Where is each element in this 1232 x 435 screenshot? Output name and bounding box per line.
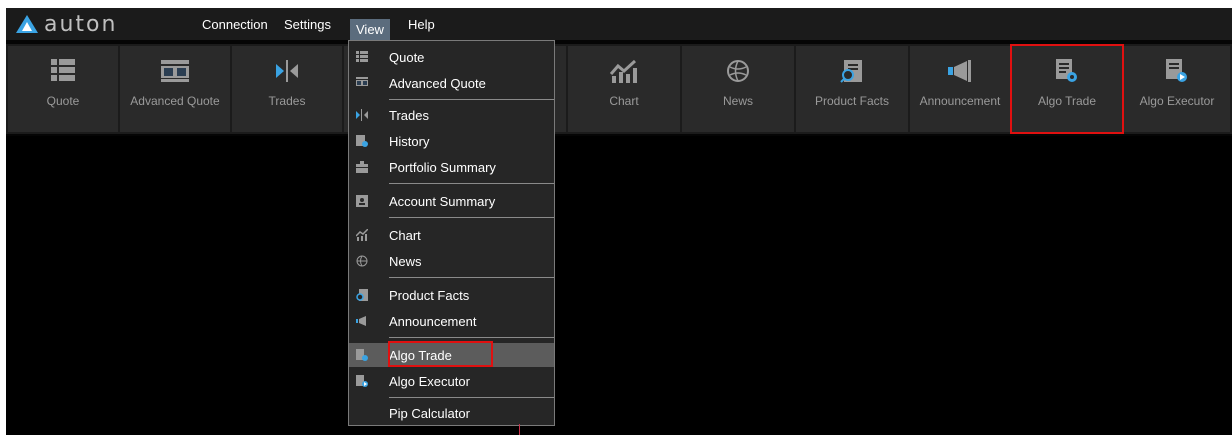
menu-separator bbox=[389, 277, 554, 278]
toolbar-advanced-quote-button[interactable]: Advanced Quote bbox=[120, 46, 230, 132]
menu-connection[interactable]: Connection bbox=[202, 17, 268, 32]
view-menu-item-advanced-quote[interactable]: Advanced Quote bbox=[349, 71, 554, 95]
toolbar-news-button[interactable]: News bbox=[682, 46, 794, 132]
trading-app-window: auton Connection Settings View Help Quot… bbox=[6, 8, 1232, 435]
view-menu-item-account-summary[interactable]: Account Summary bbox=[349, 189, 554, 213]
account-icon bbox=[349, 195, 375, 207]
menu-item-label: History bbox=[389, 133, 430, 149]
menu-item-label: News bbox=[389, 253, 422, 269]
divider-line bbox=[519, 424, 520, 435]
menu-item-label: Algo Executor bbox=[389, 373, 470, 389]
toolbar-label: Algo Trade bbox=[1037, 94, 1097, 108]
view-menu-item-quote[interactable]: Quote bbox=[349, 45, 554, 69]
algo-trade-icon bbox=[349, 349, 375, 361]
menu-bar: auton Connection Settings View Help bbox=[6, 8, 1232, 40]
menu-separator bbox=[389, 99, 554, 100]
menu-item-label: Pip Calculator bbox=[389, 405, 470, 421]
view-menu-item-trades[interactable]: Trades bbox=[349, 103, 554, 127]
toolbar-chart-button[interactable]: Chart bbox=[568, 46, 680, 132]
menu-item-label: Quote bbox=[389, 49, 425, 65]
menu-help[interactable]: Help bbox=[408, 17, 435, 32]
menu-item-label: Chart bbox=[389, 227, 421, 243]
workspace-area bbox=[6, 136, 1232, 435]
view-menu-item-product-facts[interactable]: Product Facts bbox=[349, 283, 554, 307]
toolbar-algo-executor-button[interactable]: Algo Executor bbox=[1124, 46, 1230, 132]
toolbar-trades-button[interactable]: Trades bbox=[232, 46, 342, 132]
announcement-icon bbox=[945, 56, 975, 86]
toolbar-label: Chart bbox=[609, 94, 639, 108]
view-menu-dropdown: Quote Advanced Quote Trades History Port… bbox=[348, 40, 555, 426]
view-menu-item-algo-trade[interactable]: Algo Trade bbox=[349, 341, 554, 367]
chart-icon bbox=[609, 56, 639, 86]
menu-separator bbox=[389, 217, 554, 218]
menu-settings[interactable]: Settings bbox=[284, 17, 331, 32]
auton-logo: auton bbox=[16, 10, 117, 38]
algo-executor-icon bbox=[1162, 56, 1192, 86]
logo-mark-icon bbox=[16, 15, 38, 33]
view-menu-item-portfolio-summary[interactable]: Portfolio Summary bbox=[349, 155, 554, 179]
trades-icon bbox=[272, 56, 302, 86]
menu-item-label: Announcement bbox=[389, 313, 477, 329]
portfolio-icon bbox=[349, 161, 375, 173]
menu-item-label: Portfolio Summary bbox=[389, 159, 496, 175]
history-icon bbox=[349, 135, 375, 147]
advanced-quote-icon bbox=[349, 77, 375, 89]
toolbar-algo-trade-button[interactable]: Algo Trade bbox=[1010, 44, 1124, 134]
toolbar-announcement-button[interactable]: Announcement bbox=[910, 46, 1010, 132]
algo-executor-icon bbox=[349, 375, 375, 387]
view-menu-item-news[interactable]: News bbox=[349, 249, 554, 273]
toolbar-label: Quote bbox=[46, 94, 80, 108]
menu-separator bbox=[389, 337, 554, 338]
view-menu-item-announcement[interactable]: Announcement bbox=[349, 309, 554, 333]
news-icon bbox=[349, 255, 375, 267]
toolbar-label: Announcement bbox=[919, 94, 1001, 108]
highlight-box bbox=[388, 341, 493, 367]
toolbar-label: Algo Executor bbox=[1139, 94, 1215, 108]
view-menu-item-pip-calculator[interactable]: Pip Calculator bbox=[349, 401, 554, 425]
toolbar-label: Product Facts bbox=[814, 94, 890, 108]
menu-item-label: Account Summary bbox=[389, 193, 496, 209]
quote-icon bbox=[349, 51, 375, 63]
product-facts-icon bbox=[837, 56, 867, 86]
menu-separator bbox=[389, 183, 554, 184]
announcement-icon bbox=[349, 315, 375, 327]
view-menu-item-chart[interactable]: Chart bbox=[349, 223, 554, 247]
toolbar-quote-button[interactable]: Quote bbox=[8, 46, 118, 132]
toolbar-product-facts-button[interactable]: Product Facts bbox=[796, 46, 908, 132]
quote-icon bbox=[48, 56, 78, 86]
advanced-quote-icon bbox=[160, 56, 190, 86]
algo-trade-icon bbox=[1052, 56, 1082, 86]
menu-separator bbox=[389, 397, 554, 398]
menu-view[interactable]: View bbox=[350, 19, 390, 40]
toolbar: Quote Advanced Quote Trades y Chart bbox=[6, 44, 1232, 134]
news-icon bbox=[723, 56, 753, 86]
toolbar-label: Advanced Quote bbox=[130, 94, 220, 108]
view-menu-item-history[interactable]: History bbox=[349, 129, 554, 153]
toolbar-label: Trades bbox=[268, 94, 306, 108]
menu-item-label: Product Facts bbox=[389, 287, 470, 303]
logo-text: auton bbox=[44, 11, 118, 37]
menu-item-label: Advanced Quote bbox=[389, 75, 486, 91]
product-facts-icon bbox=[349, 289, 375, 301]
trades-icon bbox=[349, 109, 375, 121]
chart-icon bbox=[349, 229, 375, 241]
menu-item-label: Trades bbox=[389, 107, 429, 123]
view-menu-item-algo-executor[interactable]: Algo Executor bbox=[349, 369, 554, 393]
toolbar-label: News bbox=[722, 94, 753, 108]
